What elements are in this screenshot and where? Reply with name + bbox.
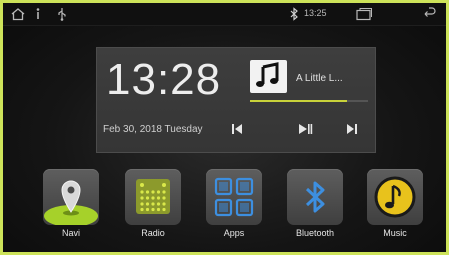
- map-pin-icon: [44, 180, 98, 225]
- previous-icon: [232, 124, 242, 134]
- apps-app[interactable]: Apps: [206, 169, 262, 243]
- play-pause-button[interactable]: [293, 121, 317, 137]
- back-icon[interactable]: [421, 7, 437, 21]
- bluetooth-label: Bluetooth: [295, 228, 335, 238]
- radio-label: Radio: [141, 228, 165, 238]
- apps-tile[interactable]: [206, 169, 262, 225]
- next-icon: [347, 124, 357, 134]
- clock-time: 13:28: [106, 55, 222, 104]
- song-title: A Little L...: [296, 73, 343, 84]
- play-pause-icon: [299, 124, 313, 134]
- clock-date: Feb 30, 2018 Tuesday: [103, 124, 203, 135]
- navi-tile[interactable]: [43, 169, 99, 225]
- apps-label: Apps: [223, 228, 245, 238]
- status-bar: 13:25: [3, 3, 446, 26]
- album-art[interactable]: [250, 60, 287, 93]
- bluetooth-icon: [305, 181, 325, 213]
- radio-grid-icon: [136, 179, 170, 214]
- music-note-icon: [256, 62, 279, 87]
- clock-music-widget[interactable]: 13:28 Feb 30, 2018 Tuesday A Little L...: [96, 47, 376, 153]
- bluetooth-status-icon: [290, 7, 298, 21]
- apps-grid-icon: [214, 177, 254, 217]
- radio-tile[interactable]: [125, 169, 181, 225]
- next-button[interactable]: [340, 121, 364, 137]
- radio-app[interactable]: Radio: [125, 169, 181, 243]
- music-note-icon: [374, 176, 416, 218]
- playback-progress-fill: [250, 100, 347, 102]
- home-icon[interactable]: [10, 7, 26, 21]
- playback-progress-bar[interactable]: [250, 100, 368, 102]
- bluetooth-app[interactable]: Bluetooth: [287, 169, 343, 243]
- usb-icon: [58, 8, 66, 21]
- car-head-unit-screen: 13:25 13:28 Feb 30, 2018 Tuesday A Littl…: [3, 3, 446, 252]
- previous-button[interactable]: [225, 121, 249, 137]
- recent-apps-icon[interactable]: [355, 7, 373, 21]
- menu-dots-icon[interactable]: [35, 7, 41, 21]
- music-label: Music: [383, 228, 407, 238]
- navi-label: Navi: [61, 228, 80, 238]
- music-tile[interactable]: [367, 169, 423, 225]
- status-time: 13:25: [304, 8, 327, 18]
- music-app[interactable]: Music: [367, 169, 423, 243]
- bluetooth-tile[interactable]: [287, 169, 343, 225]
- navi-app[interactable]: Navi: [43, 169, 99, 243]
